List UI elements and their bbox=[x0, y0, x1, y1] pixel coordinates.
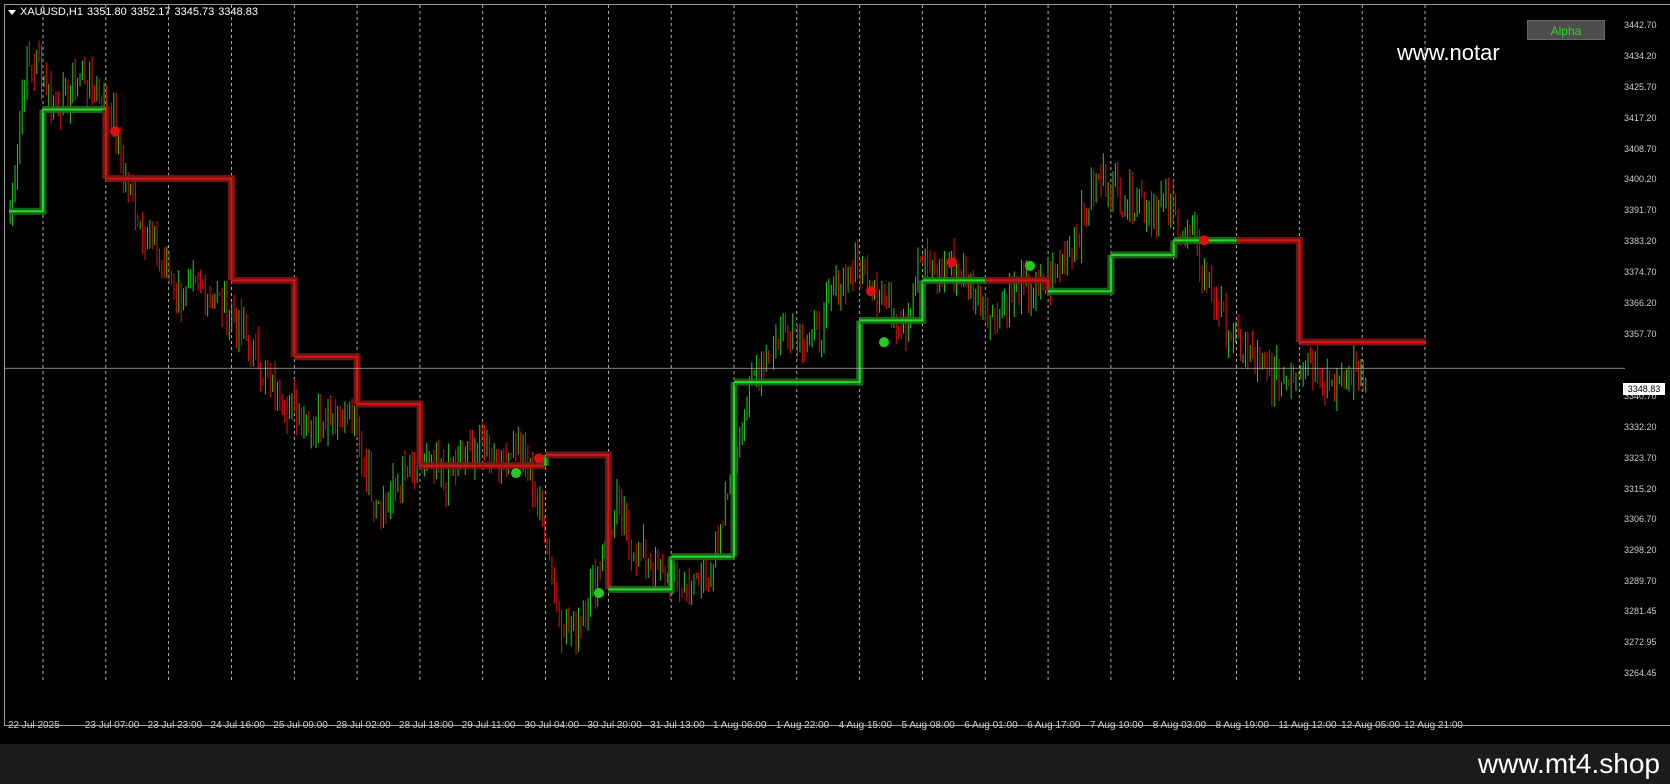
price-tick-label: 3383.20 bbox=[1624, 236, 1657, 247]
time-tick-label: 28 Jul 02:00 bbox=[336, 720, 391, 731]
price-chart[interactable] bbox=[5, 5, 1670, 726]
time-tick-label: 12 Aug 21:00 bbox=[1404, 720, 1463, 731]
price-tick-label: 3357.70 bbox=[1624, 329, 1657, 339]
time-tick-label: 31 Jul 13:00 bbox=[650, 720, 705, 731]
trend-band bbox=[545, 451, 612, 590]
price-tick-label: 3425.70 bbox=[1624, 81, 1657, 92]
time-tick-label: 1 Aug 06:00 bbox=[713, 720, 767, 731]
time-tick-label: 25 Jul 09:00 bbox=[273, 720, 328, 731]
time-tick-label: 24 Jul 16:00 bbox=[210, 720, 265, 731]
time-tick-label: 5 Aug 08:00 bbox=[901, 720, 955, 731]
chart-window[interactable] bbox=[4, 4, 1670, 726]
price-tick-label: 3272.95 bbox=[1624, 637, 1657, 648]
ohlc-high: 3352.17 bbox=[130, 6, 171, 18]
time-tick-label: 23 Jul 23:00 bbox=[147, 720, 203, 731]
time-tick-label: 6 Aug 01:00 bbox=[964, 720, 1018, 731]
time-tick-label: 22 Jul 2025 bbox=[8, 720, 60, 731]
price-tick-label: 3374.70 bbox=[1624, 267, 1657, 278]
time-tick-label: 1 Aug 22:00 bbox=[775, 720, 830, 731]
symbol-timeframe: XAUUSD,H1 bbox=[20, 6, 83, 18]
price-tick-label: 3315.20 bbox=[1624, 483, 1657, 494]
trend-band bbox=[608, 556, 675, 593]
price-tick-label: 3264.45 bbox=[1624, 668, 1657, 678]
sell-signal-icon bbox=[1199, 235, 1209, 246]
trend-line bbox=[9, 109, 44, 213]
trend-band bbox=[1110, 240, 1178, 259]
sell-signal-icon bbox=[947, 257, 957, 268]
time-tick-label: 11 Aug 12:00 bbox=[1278, 720, 1337, 731]
time-tick-label: 6 Aug 17:00 bbox=[1027, 720, 1081, 731]
price-tick-label: 3417.20 bbox=[1624, 112, 1657, 123]
price-tick-label: 3298.20 bbox=[1624, 545, 1657, 556]
time-tick-label: 30 Jul 04:00 bbox=[524, 720, 580, 731]
time-tick-label: 7 Aug 10:00 bbox=[1089, 720, 1144, 731]
current-price-label: 3348.83 bbox=[1623, 383, 1665, 395]
time-tick-label: 29 Jul 11:00 bbox=[461, 720, 516, 731]
time-tick-label: 8 Aug 03:00 bbox=[1152, 720, 1207, 731]
price-tick-label: 3366.20 bbox=[1624, 298, 1657, 309]
trend-line bbox=[1236, 239, 1301, 343]
price-tick-label: 3442.70 bbox=[1624, 19, 1657, 30]
price-tick-label: 3408.70 bbox=[1624, 143, 1657, 154]
ohlc-open: 3351.80 bbox=[86, 6, 127, 18]
price-tick-label: 3391.70 bbox=[1624, 205, 1657, 216]
trend-line bbox=[608, 556, 673, 591]
sell-signal-icon bbox=[110, 126, 120, 137]
alpha-button[interactable]: Alpha bbox=[1527, 20, 1605, 40]
sell-signal-icon bbox=[534, 453, 544, 464]
collapse-triangle-icon[interactable] bbox=[8, 9, 16, 15]
trend-band bbox=[294, 353, 361, 404]
trend-band bbox=[1236, 236, 1303, 343]
price-tick-label: 3400.20 bbox=[1624, 174, 1657, 185]
ohlc-close: 3348.83 bbox=[218, 6, 259, 18]
price-tick-label: 3323.70 bbox=[1624, 452, 1657, 463]
price-tick-label: 3281.45 bbox=[1624, 606, 1657, 617]
price-tick-label: 3306.70 bbox=[1624, 514, 1657, 525]
time-tick-label: 4 Aug 15:00 bbox=[838, 720, 893, 731]
time-tick-label: 30 Jul 20:00 bbox=[587, 720, 642, 731]
footer-bar: www.mt4.shop bbox=[0, 744, 1670, 784]
symbol-header: XAUUSD,H1 3351.80 3352.17 3345.73 3348.83 bbox=[8, 6, 262, 18]
price-tick-label: 3434.20 bbox=[1624, 50, 1657, 61]
time-tick-label: 12 Aug 05:00 bbox=[1341, 720, 1401, 731]
buy-signal-icon bbox=[511, 468, 521, 479]
watermark-text: www.notar bbox=[1397, 40, 1500, 65]
buy-signal-icon bbox=[1025, 260, 1035, 271]
buy-signal-icon bbox=[879, 337, 889, 348]
footer-site-text: www.mt4.shop bbox=[1477, 748, 1660, 779]
buy-signal-icon bbox=[594, 588, 604, 599]
price-tick-label: 3332.20 bbox=[1624, 421, 1657, 432]
trend-line bbox=[294, 355, 359, 404]
time-tick-label: 8 Aug 19:00 bbox=[1215, 720, 1269, 731]
trend-band bbox=[9, 109, 47, 215]
time-tick-label: 28 Jul 18:00 bbox=[398, 720, 454, 731]
sell-signal-icon bbox=[866, 286, 876, 297]
trend-line bbox=[545, 453, 610, 590]
price-tick-label: 3289.70 bbox=[1624, 576, 1657, 587]
time-tick-label: 23 Jul 07:00 bbox=[84, 720, 140, 731]
ohlc-low: 3345.73 bbox=[174, 6, 215, 18]
